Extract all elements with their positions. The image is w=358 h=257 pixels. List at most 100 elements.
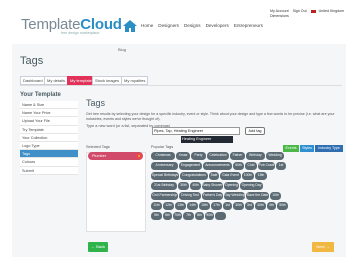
add-tag-button[interactable]: Add tag	[245, 127, 265, 135]
sidebar-item-tags[interactable]: Tags	[20, 150, 78, 159]
popular-tag[interactable]: Special Birthdays	[151, 172, 179, 180]
filter-events[interactable]: Events	[283, 145, 299, 152]
popular-tag[interactable]: 1st	[223, 202, 232, 210]
popular-tag[interactable]: 40th	[190, 182, 201, 190]
popular-tag[interactable]: Announcements	[203, 162, 232, 170]
popular-tag[interactable]: Birthday	[246, 152, 265, 160]
popular-tag[interactable]: 7th	[183, 212, 194, 220]
site-header: TemplateCloud free design marketplace Ho…	[0, 0, 358, 48]
tab-stock-images[interactable]: Stock images	[92, 76, 123, 85]
popular-tag[interactable]: Gala Event	[220, 172, 241, 180]
popular-tag[interactable]: 15th	[199, 202, 210, 210]
site-logo[interactable]: TemplateCloud free design marketplace	[21, 17, 122, 35]
popular-tag[interactable]: Civil Partnership	[151, 192, 178, 200]
filter-styles[interactable]: Styles	[300, 145, 314, 152]
popular-tag[interactable]: Xmas	[176, 152, 190, 160]
nav-developers[interactable]: Developers	[206, 23, 229, 28]
popular-tag[interactable]: 4th	[267, 202, 276, 210]
popular-tag[interactable]: Club	[245, 162, 257, 170]
blog-link[interactable]: Blog	[118, 47, 126, 52]
popular-tag[interactable]: 50th	[277, 202, 288, 210]
nav-designers[interactable]: Designers	[158, 23, 179, 28]
page-title: Tags	[20, 55, 44, 67]
tag-suggestion[interactable]: Heating Engineer	[181, 136, 233, 143]
my-account-link[interactable]: My Account	[270, 9, 289, 13]
sidebar-item-logo-type[interactable]: Logo Type	[20, 141, 78, 151]
popular-tag[interactable]	[215, 212, 226, 220]
template-sidebar: Your Template Name & Size Name Your Pric…	[20, 92, 78, 175]
popular-tag[interactable]: 100th	[242, 172, 254, 180]
popular-tag[interactable]: 21st Birthday	[151, 182, 177, 190]
nav-home[interactable]: Home	[141, 23, 153, 28]
section-description: Get tree results by selecting your desig…	[86, 112, 335, 121]
remove-tag-icon[interactable]: ×	[136, 153, 142, 159]
popular-tag[interactable]: 6th	[163, 212, 172, 220]
selected-tags-label: Selected Tags	[86, 145, 110, 149]
popular-tag[interactable]: Gay Wedding	[224, 192, 245, 200]
sidebar-item-collection[interactable]: Your Collection	[20, 133, 78, 142]
popular-tags-label: Popular Tags	[151, 145, 174, 149]
popular-tag[interactable]: 3rd	[245, 202, 254, 210]
popular-tag[interactable]: 30th	[178, 182, 189, 190]
popular-tag[interactable]: Wedding	[266, 152, 284, 160]
account-links: My Account Sign Out United Kingdom	[270, 9, 347, 13]
popular-tag[interactable]: 40th	[255, 202, 266, 210]
popular-tag[interactable]: Christmas	[151, 152, 175, 160]
popular-tag[interactable]: Opening Day	[240, 182, 263, 190]
popular-tag[interactable]: Anniversary	[151, 162, 178, 170]
popular-tag[interactable]: Celebration	[207, 152, 229, 160]
back-button[interactable]: ← Back	[88, 242, 108, 252]
popular-tag[interactable]: 1st	[276, 162, 286, 170]
sign-out-link[interactable]: Sign Out	[293, 9, 307, 13]
popular-tag[interactable]: Save the Date	[246, 192, 269, 200]
popular-tag[interactable]: Baby Shower	[202, 182, 223, 190]
sidebar-item-submit[interactable]: Submit	[20, 166, 78, 175]
selected-tags-box	[86, 152, 146, 232]
popular-tag[interactable]: 14th	[187, 202, 198, 210]
tag-input[interactable]: Pipes, Tap, Heating Engineer	[152, 127, 240, 135]
next-button[interactable]: Next →	[312, 242, 334, 252]
popular-tag[interactable]: 11th	[151, 202, 162, 210]
tab-dashboard[interactable]: Dashboard	[20, 76, 46, 85]
popular-tag[interactable]: Pub Crawl	[258, 162, 275, 170]
flag-icon	[310, 9, 316, 13]
popular-tag[interactable]: 70th	[173, 212, 182, 220]
sidebar-item-try[interactable]: Try Template	[20, 125, 78, 134]
popular-tag[interactable]: 90th	[205, 212, 214, 220]
region-link[interactable]: United Kingdom	[319, 9, 345, 13]
popular-tag[interactable]: 10th	[270, 192, 281, 200]
sidebar-item-price[interactable]: Name Your Price	[20, 109, 78, 118]
sidebar-item-name-size[interactable]: Name & Size	[20, 101, 78, 110]
popular-tag[interactable]: 12th	[163, 202, 174, 210]
popular-tag[interactable]: Father's Day	[202, 192, 223, 200]
filter-industry-type[interactable]: Industry Type	[315, 145, 343, 152]
popular-tag[interactable]: Congratulations	[180, 172, 208, 180]
popular-tag[interactable]: 8th	[195, 212, 204, 220]
sidebar-item-upload[interactable]: Upload Your File	[20, 117, 78, 126]
popular-tag[interactable]: 15th	[255, 172, 267, 180]
tab-my-details[interactable]: My details	[44, 76, 69, 85]
selected-tag-label: Plumber	[92, 154, 107, 158]
account-tabs: Dashboard My details My templates Stock …	[20, 74, 342, 86]
popular-tag[interactable]: 30th	[233, 202, 244, 210]
section-title: Tags	[86, 98, 106, 108]
sidebar-item-colours[interactable]: Colours	[20, 158, 78, 167]
popular-tag[interactable]: Driving Test	[179, 192, 201, 200]
popular-tag[interactable]: Party	[191, 152, 206, 160]
popular-tag[interactable]: Opening	[224, 182, 239, 190]
popular-tag[interactable]: 50th	[233, 162, 244, 170]
popular-tags: Christmas Xmas Party Celebration Father Birth…	[151, 152, 344, 232]
home-icon[interactable]	[123, 20, 137, 32]
dimensions-link[interactable]: Dimensions	[270, 14, 289, 18]
logo-tagline: free design marketplace	[61, 31, 100, 35]
popular-tag[interactable]: Engagement	[179, 162, 202, 170]
tab-my-royalties[interactable]: My royalties	[121, 76, 149, 85]
popular-tag[interactable]: 13th	[175, 202, 186, 210]
popular-tag[interactable]: Sale	[209, 172, 219, 180]
popular-tag[interactable]: Father	[230, 152, 245, 160]
popular-tag[interactable]: 5th	[151, 212, 162, 220]
popular-tag[interactable]: 17th	[211, 202, 222, 210]
nav-designs[interactable]: Designs	[184, 23, 201, 28]
selected-tag[interactable]: Plumber ×	[88, 152, 143, 160]
nav-entrepreneurs[interactable]: Entrepreneurs	[234, 23, 263, 28]
